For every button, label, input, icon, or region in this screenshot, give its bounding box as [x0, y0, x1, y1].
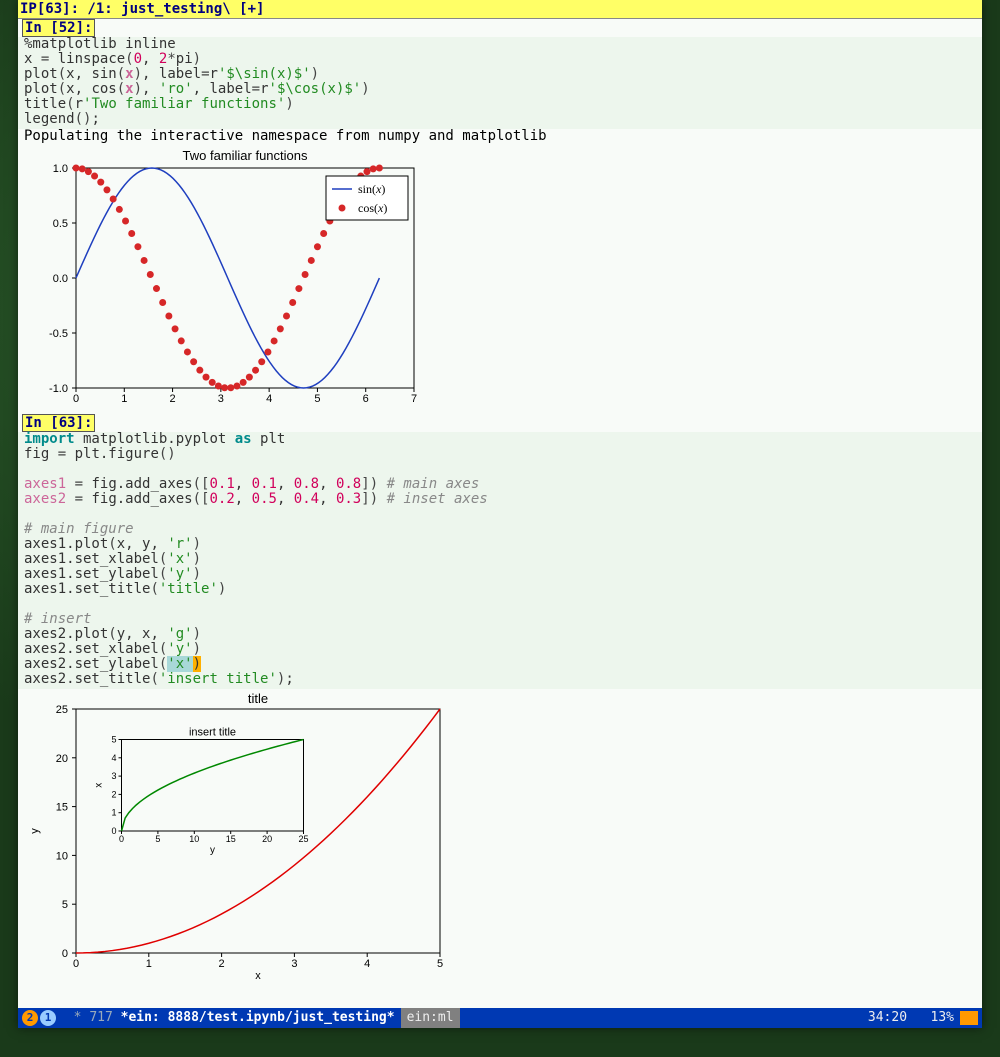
svg-text:2: 2 [170, 393, 176, 405]
svg-text:0.5: 0.5 [53, 218, 68, 230]
svg-text:0: 0 [73, 393, 79, 405]
cell-52-code[interactable]: %matplotlib inline x = linspace(0, 2*pi)… [18, 37, 982, 129]
line-count: 717 [89, 1008, 112, 1028]
svg-text:y: y [29, 828, 41, 834]
svg-text:insert title: insert title [189, 727, 236, 739]
svg-text:10: 10 [56, 850, 68, 862]
svg-text:-1.0: -1.0 [49, 383, 68, 395]
cell-63-chart: title0123450510152025xyinsert title05101… [18, 689, 982, 989]
svg-text:7: 7 [411, 393, 417, 405]
svg-text:5: 5 [111, 735, 116, 745]
svg-text:5: 5 [437, 958, 443, 970]
svg-text:2: 2 [111, 789, 116, 799]
cell-52-output-text: Populating the interactive namespace fro… [18, 129, 982, 144]
svg-text:x: x [255, 970, 261, 982]
svg-text:0: 0 [73, 958, 79, 970]
svg-text:title: title [248, 693, 268, 706]
titlebar: IP[63]: /1: just_testing\ [+] [18, 0, 982, 19]
svg-text:0: 0 [62, 948, 68, 960]
buffer-name: *ein: 8888/test.ipynb/just_testing* [121, 1008, 395, 1028]
svg-text:0: 0 [119, 834, 124, 844]
svg-text:4: 4 [111, 753, 116, 763]
svg-text:1: 1 [146, 958, 152, 970]
cell-52-chart: Two familiar functions 0 1 2 3 4 5 6 7 -1.0 -0.5 0.… [18, 144, 982, 414]
svg-text:5: 5 [314, 393, 320, 405]
svg-text:25: 25 [298, 834, 308, 844]
chart-title-with-inset: title0123450510152025xyinsert title05101… [24, 693, 454, 983]
svg-text:-0.5: -0.5 [49, 328, 68, 340]
svg-text:15: 15 [56, 802, 68, 814]
svg-text:5: 5 [62, 899, 68, 911]
svg-text:6: 6 [363, 393, 369, 405]
svg-text:x: x [94, 783, 105, 788]
svg-text:10: 10 [189, 834, 199, 844]
svg-text:1.0: 1.0 [53, 163, 68, 175]
svg-text:3: 3 [291, 958, 297, 970]
svg-text:0.0: 0.0 [53, 273, 68, 285]
svg-text:4: 4 [364, 958, 370, 970]
cell-63-prompt: In [63]: [22, 414, 95, 432]
svg-text:1: 1 [111, 808, 116, 818]
svg-text:sin(x): sin(x) [358, 182, 385, 196]
modeline-end-block [960, 1011, 978, 1025]
modeline: 2 1 * 717 *ein: 8888/test.ipynb/just_tes… [18, 1008, 982, 1028]
svg-text:3: 3 [111, 771, 116, 781]
svg-text:1: 1 [121, 393, 127, 405]
workspace-icon-2: 1 [40, 1010, 56, 1026]
svg-text:cos(x): cos(x) [358, 201, 387, 215]
svg-text:2: 2 [219, 958, 225, 970]
svg-text:0: 0 [111, 826, 116, 836]
cell-52[interactable]: In [52]: %matplotlib inline x = linspace… [18, 19, 982, 414]
svg-text:3: 3 [218, 393, 224, 405]
major-mode: ein:ml [401, 1008, 460, 1028]
svg-text:20: 20 [56, 753, 68, 765]
editor-window: IP[63]: /1: just_testing\ [+] In [52]: %… [18, 0, 982, 1028]
svg-text:5: 5 [155, 834, 160, 844]
svg-text:Two familiar functions: Two familiar functions [183, 148, 308, 163]
svg-text:y: y [210, 845, 215, 856]
workspace-icon: 2 [22, 1010, 38, 1026]
chart-two-familiar-functions: Two familiar functions 0 1 2 3 4 5 6 7 -1.0 -0.5 0.… [24, 148, 424, 408]
modified-star: * [74, 1008, 82, 1028]
svg-text:4: 4 [266, 393, 272, 405]
svg-text:25: 25 [56, 704, 68, 716]
cell-52-prompt: In [52]: [22, 19, 95, 37]
cursor-position: 34:20 [868, 1008, 907, 1028]
notebook-content[interactable]: In [52]: %matplotlib inline x = linspace… [18, 19, 982, 989]
scroll-percent: 13% [931, 1008, 954, 1028]
svg-text:20: 20 [262, 834, 272, 844]
cell-63[interactable]: In [63]: import matplotlib.pyplot as plt… [18, 414, 982, 989]
cell-63-code[interactable]: import matplotlib.pyplot as plt fig = pl… [18, 432, 982, 689]
svg-text:15: 15 [226, 834, 236, 844]
